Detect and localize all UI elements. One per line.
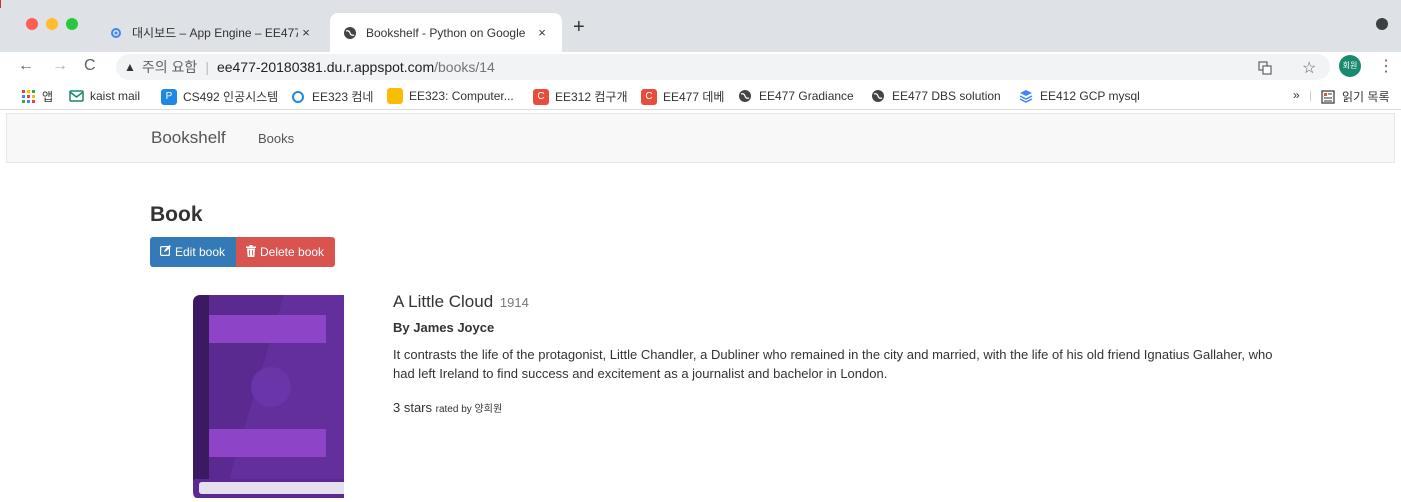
bookmark-ee323-computer[interactable]: EE323: Computer... [387,88,514,104]
tab-bookshelf[interactable]: Bookshelf - Python on Google × [330,13,562,52]
browser-toolbar: ← → C ▲ 주의 요함 | ee477-20180381.du.r.apps… [0,52,1401,82]
bookmarks-divider: | [1309,88,1313,102]
globe-icon [870,88,886,104]
bookmark-ee412[interactable]: EE412 GCP mysql [1018,88,1140,104]
bookmarks-bar: 앱 kaist mail P CS492 인공시스템 EE323 컴네 EE32… [0,82,1401,110]
back-arrow-icon[interactable]: ← [18,55,34,77]
layers-icon [1018,88,1034,104]
profile-avatar[interactable]: 회원 [1339,55,1361,77]
mail-icon [68,88,84,104]
reading-list-icon [1320,89,1336,105]
globe-icon [737,88,753,104]
new-tab-button[interactable]: + [573,17,585,37]
book-author: By James Joyce [393,320,495,335]
navbar-brand[interactable]: Bookshelf [151,128,226,148]
bookmark-label: EE312 컴구개 [555,90,628,104]
edit-button-label: Edit book [175,245,226,259]
book-title-text: A Little Cloud [393,292,494,311]
reading-list-button[interactable]: 읽기 목록 [1320,88,1390,105]
book-title: A Little Cloud 1914 [393,292,529,312]
delete-book-button[interactable]: Delete book [236,237,335,267]
window-zoom-button[interactable] [66,18,78,30]
book-cover-image [193,295,344,498]
c-icon: C [641,88,657,105]
bookmark-label: EE323: Computer... [409,89,514,103]
url-path: /books/14 [434,59,495,75]
book-description: It contrasts the life of the protagonist… [393,347,1273,381]
window-minimize-button[interactable] [46,18,58,30]
book-year: 1914 [499,295,529,310]
more-menu-icon[interactable]: ⋮ [1378,56,1394,76]
address-bar[interactable]: ▲ 주의 요함 | ee477-20180381.du.r.appspot.co… [116,54,1330,80]
nav-link-books[interactable]: Books [258,131,294,146]
url-host: ee477-20180381.du.r.appspot.com [216,59,435,75]
tab-title: Bookshelf - Python on Google [366,25,526,40]
bookmark-label: 앱 [42,90,54,104]
bookmarks-overflow-button[interactable]: » [1293,88,1300,102]
tab-title: 대시보드 – App Engine – EE477- [132,26,298,40]
ring-icon [290,89,306,105]
edit-icon [160,245,171,259]
bookmark-ee323-network[interactable]: EE323 컴네 [290,88,373,105]
bookmark-label: EE477 Gradiance [759,89,854,103]
tab-close-icon[interactable]: × [298,25,314,40]
warning-triangle-icon[interactable]: ▲ [124,60,136,74]
tab-search-icon[interactable] [1376,18,1388,30]
trash-icon [246,244,256,260]
reload-icon[interactable]: C [84,55,96,77]
app-engine-icon [108,25,124,41]
bookmark-apps[interactable]: 앱 [20,88,53,105]
bookmark-ee477-db[interactable]: C EE477 데베 [641,88,724,105]
bookmark-ee477-gradiance[interactable]: EE477 Gradiance [737,88,854,104]
bookmark-ee312[interactable]: C EE312 컴구개 [533,88,627,105]
browser-tab-strip: 대시보드 – App Engine – EE477- × Bookshelf -… [0,0,1401,52]
bookmark-cs492[interactable]: P CS492 인공시스템 [161,88,278,105]
address-separator: | [205,59,209,75]
translate-icon[interactable] [1258,61,1272,78]
delete-button-label: Delete book [260,245,325,259]
bookmark-label: kaist mail [90,89,141,103]
edit-book-button[interactable]: Edit book [150,237,236,267]
edge-marker [0,0,1,8]
page-title: Book [150,203,203,226]
bookmark-label: EE477 데베 [663,90,725,104]
site-navbar: Bookshelf Books [6,113,1395,163]
window-close-button[interactable] [26,18,38,30]
rated-by: rated by 양희원 [435,404,503,415]
book-rating: 3 stars rated by 양희원 [393,400,502,415]
security-label[interactable]: 주의 요함 [142,57,197,77]
bookmark-kaist-mail[interactable]: kaist mail [68,88,140,104]
c-icon: C [533,88,549,105]
p-icon: P [161,88,177,105]
folder-square-icon [387,88,403,104]
bookmark-label: EE412 GCP mysql [1040,89,1140,103]
tab-close-icon[interactable]: × [534,25,550,40]
apps-grid-icon [20,89,36,105]
bookmark-label: EE323 컴네 [312,90,374,104]
bookmark-label: EE477 DBS solution [892,89,1001,103]
forward-arrow-icon[interactable]: → [52,55,68,77]
tab-app-engine[interactable]: 대시보드 – App Engine – EE477- × [96,13,326,52]
bookmark-ee477-dbs[interactable]: EE477 DBS solution [870,88,1001,104]
bookmark-label: CS492 인공시스템 [183,90,279,104]
globe-icon [342,25,358,41]
rating-stars: 3 stars [393,400,433,415]
star-icon[interactable]: ☆ [1302,58,1316,78]
reading-list-label: 읽기 목록 [1342,90,1390,104]
